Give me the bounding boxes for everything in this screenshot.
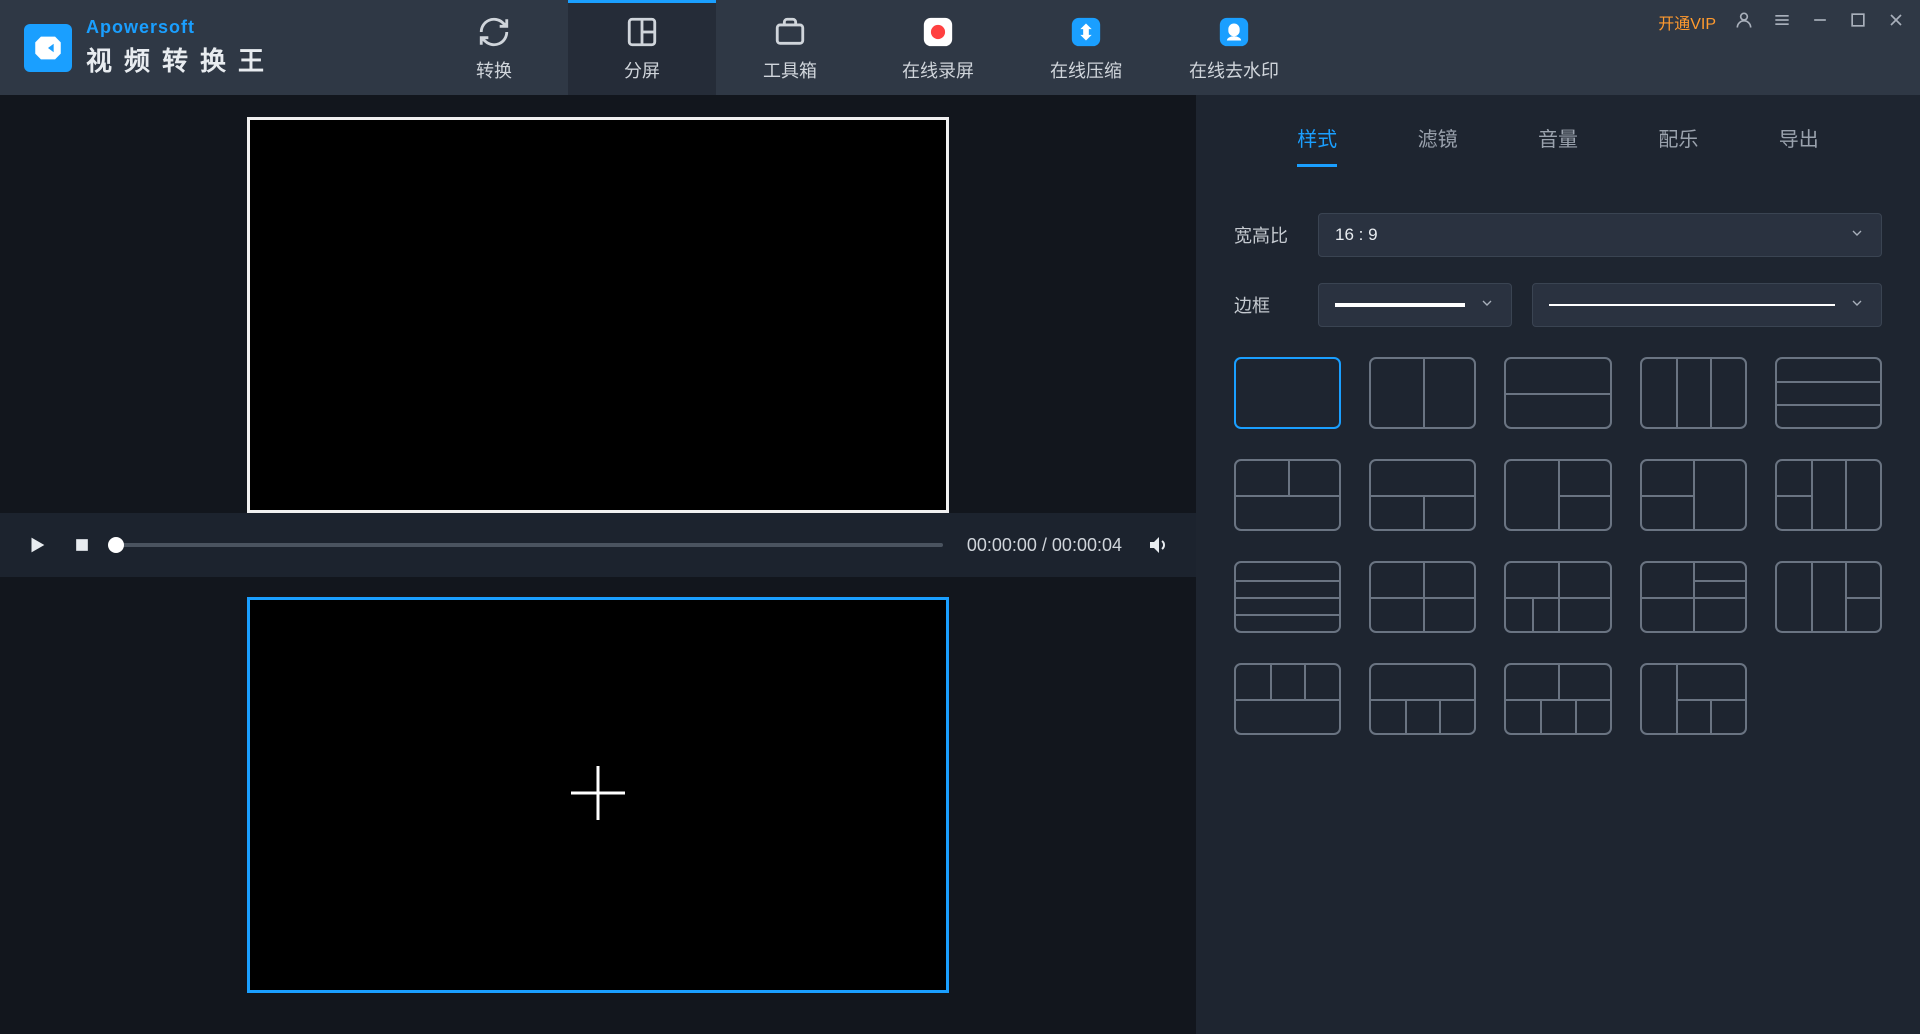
border-color-select[interactable] [1532, 283, 1882, 327]
preview-pane: 00:00:00 / 00:00:04 [0, 95, 1196, 1034]
border-label: 边框 [1234, 292, 1298, 318]
app-logo-icon [24, 24, 72, 72]
tab-filter[interactable]: 滤镜 [1418, 123, 1458, 167]
tab-style[interactable]: 样式 [1297, 123, 1337, 167]
nav-label: 转换 [476, 57, 512, 83]
nav-label: 在线去水印 [1189, 57, 1279, 83]
chevron-down-icon [1849, 225, 1865, 246]
brand: Apowersoft 视频转换王 [0, 0, 300, 95]
layout-option[interactable] [1234, 663, 1341, 735]
maximize-icon[interactable] [1848, 10, 1868, 30]
nav-online-compress[interactable]: 在线压缩 [1012, 0, 1160, 95]
brand-name-top: Apowersoft [86, 17, 276, 38]
aspect-ratio-select[interactable]: 16 : 9 [1318, 213, 1882, 257]
nav-label: 工具箱 [763, 57, 817, 83]
chevron-down-icon [1849, 295, 1865, 316]
add-icon [562, 757, 634, 834]
nav-label: 在线录屏 [902, 57, 974, 83]
layout-icon [625, 15, 659, 49]
tab-export[interactable]: 导出 [1779, 123, 1819, 167]
layout-option[interactable] [1504, 663, 1611, 735]
layout-option[interactable] [1234, 459, 1341, 531]
volume-button[interactable] [1146, 533, 1170, 557]
nav-split-screen[interactable]: 分屏 [568, 0, 716, 95]
timeline-slider[interactable] [116, 543, 943, 547]
watermark-icon [1217, 15, 1251, 49]
nav-online-record[interactable]: 在线录屏 [864, 0, 1012, 95]
aspect-ratio-value: 16 : 9 [1335, 225, 1378, 245]
compress-icon [1069, 15, 1103, 49]
border-width-preview [1335, 303, 1465, 307]
layout-option[interactable] [1640, 663, 1747, 735]
time-display: 00:00:00 / 00:00:04 [967, 535, 1122, 556]
tab-music[interactable]: 配乐 [1658, 123, 1698, 167]
user-icon[interactable] [1734, 10, 1754, 30]
layout-option[interactable] [1504, 459, 1611, 531]
layout-option[interactable] [1775, 459, 1882, 531]
layout-option[interactable] [1369, 357, 1476, 429]
nav-online-watermark[interactable]: 在线去水印 [1160, 0, 1308, 95]
layout-option[interactable] [1369, 561, 1476, 633]
layout-grid [1226, 327, 1890, 735]
main-nav: 转换 分屏 工具箱 在线录屏 在线压缩 [420, 0, 1308, 95]
settings-pane: 样式 滤镜 音量 配乐 导出 宽高比 16 : 9 边框 [1196, 95, 1920, 1034]
refresh-icon [477, 15, 511, 49]
preview-slot-1[interactable] [247, 117, 949, 513]
settings-tabs: 样式 滤镜 音量 配乐 导出 [1226, 95, 1890, 177]
layout-option[interactable] [1640, 357, 1747, 429]
briefcase-icon [773, 15, 807, 49]
titlebar: Apowersoft 视频转换王 转换 分屏 工具箱 在线录屏 [0, 0, 1920, 95]
play-button[interactable] [26, 534, 48, 556]
border-width-select[interactable] [1318, 283, 1512, 327]
nav-convert[interactable]: 转换 [420, 0, 568, 95]
layout-option[interactable] [1504, 561, 1611, 633]
aspect-ratio-label: 宽高比 [1234, 222, 1298, 248]
layout-option[interactable] [1234, 357, 1341, 429]
layout-option[interactable] [1640, 561, 1747, 633]
layout-option[interactable] [1640, 459, 1747, 531]
nav-toolbox[interactable]: 工具箱 [716, 0, 864, 95]
tab-volume[interactable]: 音量 [1538, 123, 1578, 167]
layout-option[interactable] [1775, 561, 1882, 633]
layout-option[interactable] [1504, 357, 1611, 429]
layout-option[interactable] [1369, 459, 1476, 531]
border-color-preview [1549, 304, 1835, 306]
window-controls: 开通VIP [1644, 0, 1920, 95]
player-controls: 00:00:00 / 00:00:04 [0, 513, 1196, 577]
record-icon [921, 15, 955, 49]
menu-icon[interactable] [1772, 10, 1792, 30]
nav-label: 分屏 [624, 57, 660, 83]
layout-option[interactable] [1234, 561, 1341, 633]
vip-button[interactable]: 开通VIP [1658, 10, 1716, 34]
close-icon[interactable] [1886, 10, 1906, 30]
nav-label: 在线压缩 [1050, 57, 1122, 83]
minimize-icon[interactable] [1810, 10, 1830, 30]
layout-option[interactable] [1369, 663, 1476, 735]
main-content: 00:00:00 / 00:00:04 样式 滤镜 音量 配乐 导出 宽高比 1… [0, 95, 1920, 1034]
preview-slot-2[interactable] [247, 597, 949, 993]
timeline-knob[interactable] [108, 537, 124, 553]
layout-option[interactable] [1775, 357, 1882, 429]
brand-name-bottom: 视频转换王 [86, 41, 276, 78]
stop-button[interactable] [72, 535, 92, 555]
chevron-down-icon [1479, 295, 1495, 316]
